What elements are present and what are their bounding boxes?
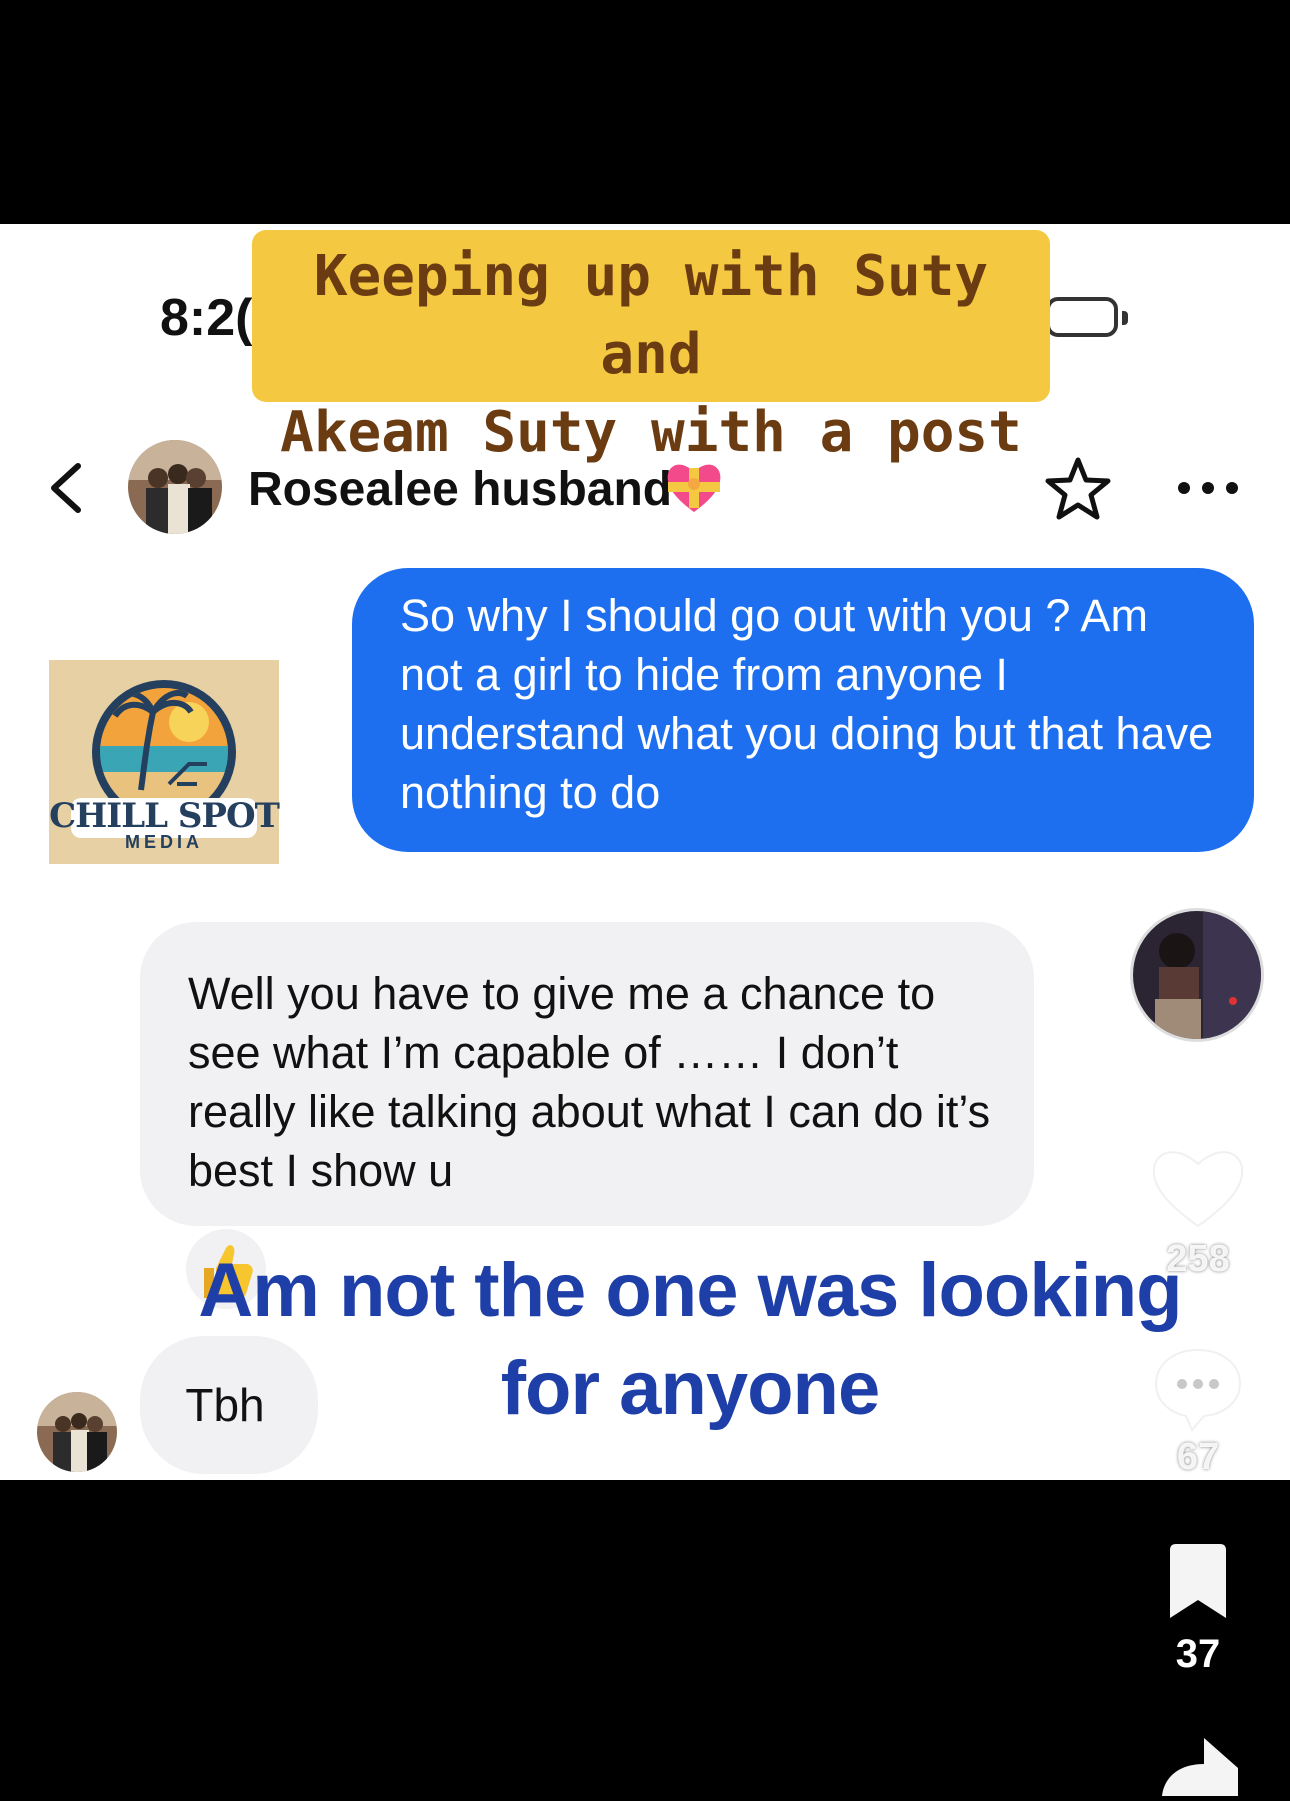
battery-tip	[1122, 311, 1128, 325]
heart-with-ribbon-icon	[664, 458, 724, 516]
contact-avatar[interactable]	[128, 440, 222, 534]
battery-icon	[1046, 297, 1118, 337]
contact-avatar[interactable]	[37, 1392, 117, 1472]
share-arrow-icon	[1162, 1738, 1238, 1796]
favorite-star-button[interactable]	[1044, 456, 1112, 522]
contact-name[interactable]: Rosealee husband	[248, 462, 672, 517]
avatar-photo	[37, 1392, 117, 1472]
bookmark-icon	[1170, 1544, 1226, 1618]
watermark-title: CHILL SPOT	[49, 796, 280, 836]
video-caption-overlay: Keeping up with Suty and Akeam Suty with…	[252, 230, 1050, 465]
chevron-left-icon	[51, 463, 81, 513]
message-bubble-received[interactable]: Well you have to give me a chance to see…	[140, 922, 1034, 1226]
watermark-subtitle: MEDIA	[125, 832, 203, 852]
comment-button[interactable]	[1152, 1344, 1244, 1432]
more-options-button[interactable]	[1176, 478, 1240, 498]
back-button[interactable]	[44, 460, 88, 516]
caption-line-1: Keeping up with Suty and	[313, 244, 989, 387]
avatar-photo	[1133, 911, 1261, 1039]
save-count: 37	[1175, 1632, 1221, 1676]
avatar-photo	[128, 440, 222, 534]
overlay-line-1: Am not the one was looking	[198, 1248, 1182, 1333]
chill-spot-media-watermark: CHILL SPOT MEDIA	[49, 660, 280, 864]
status-time: 8:2(	[160, 289, 253, 347]
creator-avatar[interactable]	[1130, 908, 1264, 1042]
message-bubble-sent[interactable]: So why I should go out with you ? Am not…	[352, 568, 1254, 852]
share-button[interactable]	[1158, 1738, 1238, 1796]
heart-icon	[1152, 1151, 1244, 1228]
comment-bubble-icon	[1154, 1348, 1242, 1432]
star-icon	[1045, 457, 1111, 520]
overlay-line-2: for anyone	[500, 1346, 881, 1431]
like-count: 258	[1166, 1238, 1230, 1280]
video-text-overlay: Am not the one was looking for anyone	[150, 1242, 1230, 1438]
caption-line-2: Akeam Suty with a post	[280, 400, 1022, 465]
save-button[interactable]	[1164, 1544, 1232, 1620]
more-dots-icon	[1178, 482, 1238, 494]
comment-count: 67	[1176, 1436, 1220, 1478]
like-button[interactable]	[1150, 1144, 1246, 1230]
